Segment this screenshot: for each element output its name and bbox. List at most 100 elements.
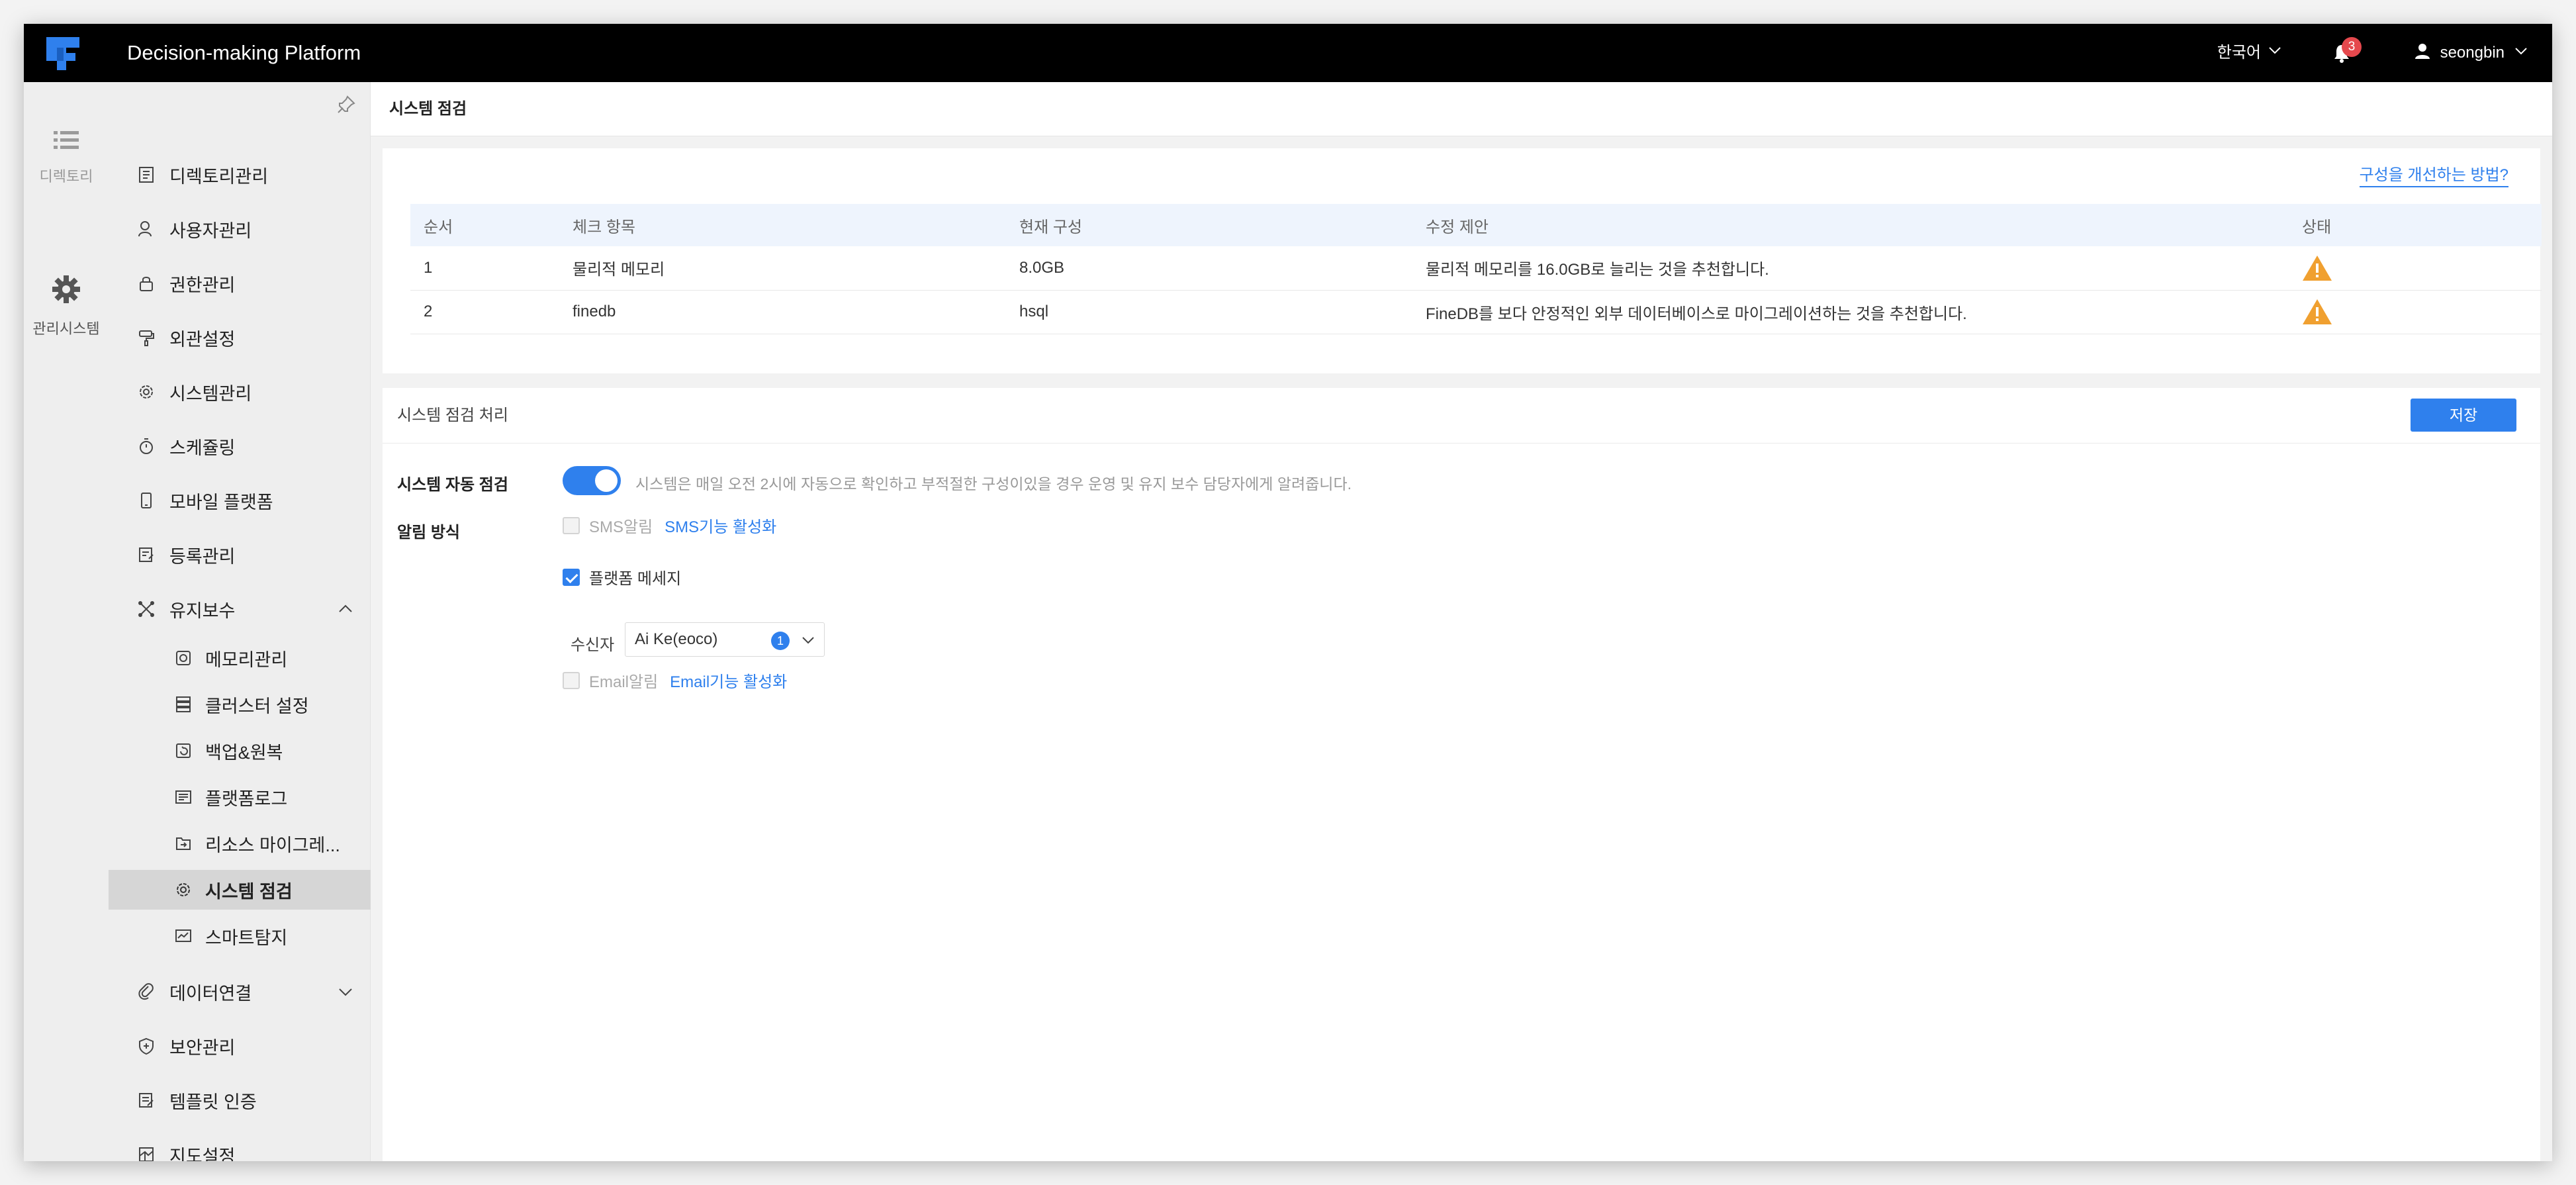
- sidebar-item-mobile[interactable]: 모바일 플랫폼: [109, 481, 371, 520]
- sidebar-item-label: 데이터연결: [169, 983, 252, 1004]
- row-status: [2289, 246, 2542, 291]
- notify-method-label: 알림 방식: [397, 524, 460, 542]
- gear-icon: [135, 381, 158, 403]
- user-icon: [135, 218, 158, 240]
- sidebar-subitem-cluster[interactable]: 클러스터 설정: [109, 685, 371, 724]
- language-selector[interactable]: 한국어: [2217, 24, 2282, 82]
- sidebar-item-label: 메모리관리: [205, 649, 288, 670]
- template-icon: [135, 1089, 158, 1112]
- sidebar-item-label: 클러스터 설정: [205, 696, 309, 716]
- sidebar-item-appearance[interactable]: 외관설정: [109, 318, 371, 357]
- rail-item-admin[interactable]: 관리시스템: [24, 274, 109, 338]
- sidebar-subitem-smart-detect[interactable]: 스마트탐지: [109, 916, 371, 956]
- app-title: Decision-making Platform: [127, 41, 361, 64]
- chevron-down-icon: [2268, 24, 2282, 82]
- platform-message-label: 플랫폼 메세지: [589, 570, 682, 588]
- sidebar-item-label: 백업&원복: [205, 742, 283, 763]
- sms-label: SMS알림: [589, 518, 653, 536]
- recipient-select[interactable]: Ai Ke(eoco) 1: [625, 622, 825, 657]
- save-button[interactable]: 저장: [2411, 399, 2516, 432]
- sidebar-item-registration[interactable]: 등록관리: [109, 535, 371, 575]
- sms-option: SMS알림 SMS기능 활성화: [563, 514, 776, 537]
- log-icon: [172, 786, 195, 808]
- sidebar-subitem-platform-log[interactable]: 플랫폼로그: [109, 777, 371, 817]
- column-header: 현재 구성: [1006, 204, 1412, 246]
- sidebar-item-label: 시스템 점검: [205, 881, 293, 902]
- directory-icon: [135, 164, 158, 186]
- pin-icon[interactable]: [336, 94, 357, 115]
- map-icon: [135, 1143, 158, 1161]
- app-logo-icon[interactable]: [44, 34, 82, 73]
- recipient-value: Ai Ke(eoco): [635, 630, 718, 648]
- sidebar-item-label: 플랫폼로그: [205, 788, 288, 809]
- sidebar-item-permissions[interactable]: 권한관리: [109, 263, 371, 303]
- row-item: 물리적 메모리: [559, 246, 1006, 291]
- sidebar-subitem-backup[interactable]: 백업&원복: [109, 731, 371, 771]
- user-menu[interactable]: seongbin: [2414, 24, 2528, 82]
- maintenance-icon: [135, 598, 158, 620]
- user-icon: [2414, 42, 2431, 64]
- sidebar-item-security[interactable]: 보안관리: [109, 1026, 371, 1066]
- sidebar-item-label: 외관설정: [169, 329, 236, 350]
- check-table: 순서 체크 항목 현재 구성 수정 제안 상태 1 물리적 메모리 8.0GB …: [410, 204, 2542, 334]
- chevron-down-icon: [336, 982, 355, 1001]
- sidebar-item-label: 스마트탐지: [205, 927, 288, 948]
- platform-message-option: 플랫폼 메세지: [563, 565, 681, 589]
- sidebar-item-template-auth[interactable]: 템플릿 인증: [109, 1080, 371, 1120]
- gear-icon: [51, 275, 81, 307]
- sidebar-subitem-memory[interactable]: 메모리관리: [109, 638, 371, 678]
- row-item: finedb: [559, 290, 1006, 334]
- backup-icon: [172, 739, 195, 762]
- sidebar-item-label: 등록관리: [169, 546, 236, 567]
- sidebar-item-users[interactable]: 사용자관리: [109, 209, 371, 249]
- list-icon: [52, 131, 80, 155]
- sidebar: 디렉토리관리 사용자관리 권한관리 외관설정 시스템관리 스케쥴링 모바일 플랫…: [109, 82, 371, 1161]
- sms-enable-link[interactable]: SMS기능 활성화: [665, 514, 776, 537]
- gear-icon: [172, 878, 195, 901]
- sidebar-item-directory[interactable]: 디렉토리관리: [109, 155, 371, 195]
- sidebar-item-label: 시스템관리: [169, 383, 252, 404]
- rail-item-directory[interactable]: 디렉토리: [24, 128, 109, 186]
- chevron-up-icon: [336, 600, 355, 618]
- register-icon: [135, 544, 158, 566]
- auto-check-toggle[interactable]: [563, 466, 621, 495]
- warning-icon: [2302, 298, 2332, 326]
- sidebar-item-maintenance[interactable]: 유지보수: [109, 589, 371, 629]
- sidebar-subitem-system-check[interactable]: 시스템 점검: [109, 870, 371, 910]
- help-link[interactable]: 구성을 개선하는 방법?: [2359, 162, 2508, 187]
- table-row: 1 물리적 메모리 8.0GB 물리적 메모리를 16.0GB로 늘리는 것을 …: [410, 246, 2542, 291]
- memory-icon: [172, 647, 195, 669]
- timer-icon: [135, 435, 158, 457]
- email-enable-link[interactable]: Email기능 활성화: [670, 669, 787, 692]
- username: seongbin: [2440, 44, 2505, 62]
- sidebar-item-label: 모바일 플랫폼: [169, 492, 273, 512]
- sidebar-item-label: 권한관리: [169, 275, 236, 295]
- warning-icon: [2302, 254, 2332, 282]
- email-checkbox[interactable]: [563, 671, 580, 689]
- sidebar-subitem-resource-migration[interactable]: 리소스 마이그레...: [109, 824, 371, 863]
- lock-icon: [135, 272, 158, 295]
- sidebar-item-label: 유지보수: [169, 600, 236, 621]
- sidebar-item-system[interactable]: 시스템관리: [109, 372, 371, 412]
- sms-checkbox[interactable]: [563, 516, 580, 534]
- sidebar-item-label: 리소스 마이그레...: [205, 835, 340, 855]
- sidebar-item-map[interactable]: 지도설정: [109, 1135, 371, 1161]
- shield-icon: [135, 1035, 158, 1057]
- row-status: [2289, 290, 2542, 334]
- recipient-label: 수신자: [571, 636, 615, 654]
- row-suggestion: FineDB를 보다 안정적인 외부 데이터베이스로 마이그레이션하는 것을 추…: [1412, 290, 2289, 334]
- row-index: 1: [410, 246, 559, 291]
- icon-rail: 디렉토리 관리시스템: [24, 82, 109, 1161]
- sidebar-item-label: 사용자관리: [169, 220, 252, 241]
- rail-label: 관리시스템: [32, 320, 100, 337]
- main-content: 시스템 점검 구성을 개선하는 방법? 순서 체크 항목 현재 구성 수정 제안…: [371, 82, 2552, 1161]
- sidebar-item-data-connection[interactable]: 데이터연결: [109, 972, 371, 1012]
- link-icon: [135, 980, 158, 1003]
- chevron-down-icon: [800, 632, 816, 648]
- top-bar: Decision-making Platform 한국어 3 seongbin: [24, 24, 2552, 82]
- email-label: Email알림: [589, 673, 659, 691]
- sidebar-item-scheduling[interactable]: 스케쥴링: [109, 426, 371, 466]
- platform-message-checkbox[interactable]: [563, 568, 580, 586]
- recipient-count-badge: 1: [771, 632, 790, 650]
- monitor-icon: [172, 925, 195, 947]
